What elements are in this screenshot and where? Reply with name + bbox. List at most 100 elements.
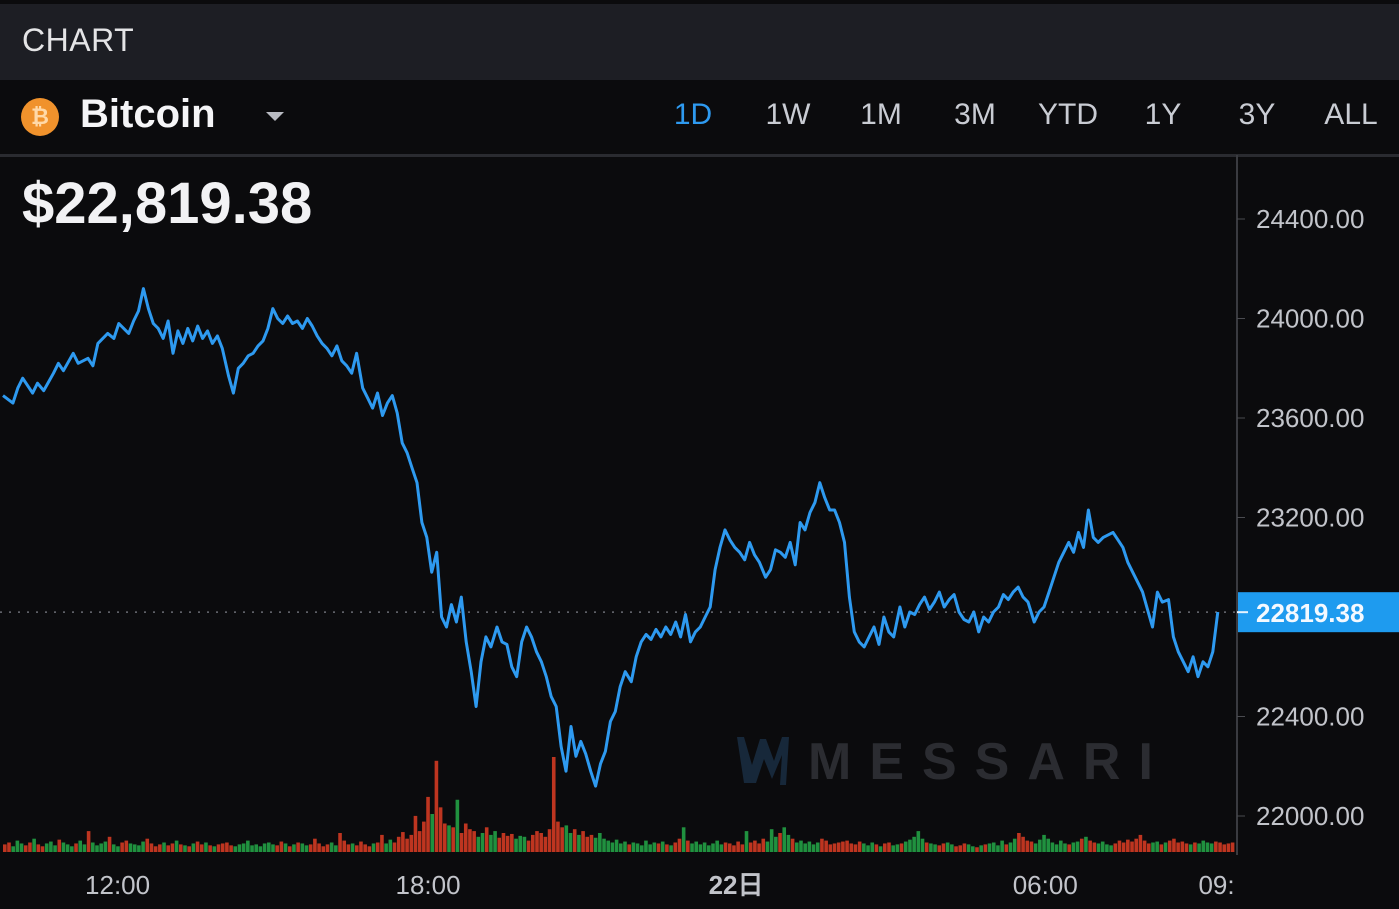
volume-bar <box>719 844 724 852</box>
volume-bar <box>250 845 254 852</box>
volume-bar <box>991 842 996 852</box>
volume-bar <box>593 837 598 852</box>
volume-bar <box>1050 842 1055 852</box>
volume-bar <box>903 841 908 852</box>
volume-bar <box>518 835 523 852</box>
volume-bar <box>287 846 292 852</box>
volume-bar <box>359 841 363 852</box>
volume-bar <box>803 843 807 852</box>
chart-panel-header: CHART <box>0 0 1399 80</box>
volume-bar <box>199 844 204 852</box>
volume-bar <box>962 843 967 852</box>
volume-bar <box>388 839 393 852</box>
volume-bar <box>1113 843 1118 852</box>
volume-bar <box>983 844 988 852</box>
range-tab-ytd[interactable]: YTD <box>1038 98 1098 132</box>
volume-bar <box>497 837 502 852</box>
volume-bar <box>958 845 963 852</box>
volume-bar <box>954 846 958 852</box>
range-tab-1w[interactable]: 1W <box>766 98 811 132</box>
volume-bar <box>237 844 242 852</box>
volume-bar <box>581 831 585 852</box>
volume-bar <box>292 844 296 852</box>
volume-bar <box>505 835 510 852</box>
volume-bar <box>279 841 284 852</box>
volume-bar <box>355 845 359 852</box>
range-tab-1d[interactable]: 1D <box>674 98 712 132</box>
volume-bar <box>535 831 539 852</box>
volume-bar <box>941 843 946 852</box>
volume-bar <box>296 842 300 852</box>
volume-bar <box>254 844 259 852</box>
volume-bar <box>564 825 569 852</box>
volume-bar <box>338 833 342 852</box>
volume-bar <box>1071 842 1076 852</box>
volume-bar <box>652 842 657 852</box>
volume-bar <box>141 841 145 852</box>
volume-bar <box>598 833 602 852</box>
volume-bar <box>1000 840 1004 852</box>
volume-bar <box>40 846 45 852</box>
volume-bar <box>426 796 430 852</box>
volume-bar <box>329 842 334 852</box>
x-tick-label: 09: <box>1198 870 1234 900</box>
volume-bar <box>853 844 858 852</box>
volume-bar <box>1033 843 1038 852</box>
volume-bar <box>778 833 782 852</box>
volume-bar <box>950 844 954 852</box>
volume-bar <box>455 799 460 852</box>
volume-bar <box>434 760 439 852</box>
volume-bar <box>1180 841 1185 852</box>
volume-bar <box>1121 842 1126 852</box>
volume-bar <box>832 843 837 852</box>
volume-bar <box>1092 842 1097 852</box>
volume-bar <box>417 831 422 852</box>
volume-bar <box>480 833 485 852</box>
range-tab-3m[interactable]: 3M <box>954 98 996 132</box>
asset-selector[interactable]: Bitcoin <box>80 92 216 137</box>
volume-bar <box>1188 844 1193 852</box>
volume-bar <box>36 844 41 852</box>
range-tab-all[interactable]: ALL <box>1324 98 1377 132</box>
range-tab-1y[interactable]: 1Y <box>1145 98 1182 132</box>
volume-bar <box>698 844 703 852</box>
volume-bar <box>971 846 975 852</box>
volume-bar <box>1008 842 1013 852</box>
volume-bar <box>422 821 426 852</box>
volume-bar <box>401 832 405 852</box>
volume-bar <box>619 843 623 852</box>
volume-bar <box>820 838 824 852</box>
volume-bar <box>862 843 866 852</box>
volume-bar <box>11 846 15 852</box>
current-price-label: 22819.38 <box>1256 598 1364 628</box>
volume-bar <box>1184 843 1189 852</box>
volume-bar <box>484 827 489 852</box>
volume-bar <box>451 827 455 852</box>
volume-bar <box>459 833 464 852</box>
volume-bar <box>887 842 891 852</box>
range-tab-1m[interactable]: 1M <box>860 98 902 132</box>
range-tab-3y[interactable]: 3Y <box>1239 98 1276 132</box>
volume-bar <box>57 839 62 852</box>
volume-bar <box>1025 840 1030 852</box>
y-tick-label: 23200.00 <box>1256 503 1364 533</box>
price-chart[interactable]: MESSARI 22000.00 22400.00 23200.00 23600.00 2… <box>0 155 1399 909</box>
volume-bar <box>23 845 28 852</box>
volume-bar <box>212 846 217 852</box>
volume-bar <box>866 845 870 852</box>
chevron-down-icon[interactable] <box>266 112 284 121</box>
messari-logo-icon <box>737 737 789 785</box>
volume-bar <box>857 841 862 852</box>
volume-bar <box>1218 842 1222 852</box>
volume-bar <box>179 844 183 852</box>
y-tick-label: 24000.00 <box>1256 304 1364 334</box>
volume-bar <box>384 843 388 852</box>
volume-bar <box>1063 843 1067 852</box>
volume-bar <box>78 840 83 852</box>
volume-bar <box>606 840 611 852</box>
volume-bar <box>493 831 497 852</box>
volume-bar <box>116 846 120 852</box>
x-tick-label: 06:00 <box>1013 870 1078 900</box>
volume-bar <box>811 844 816 852</box>
volume-bar <box>1214 841 1218 852</box>
